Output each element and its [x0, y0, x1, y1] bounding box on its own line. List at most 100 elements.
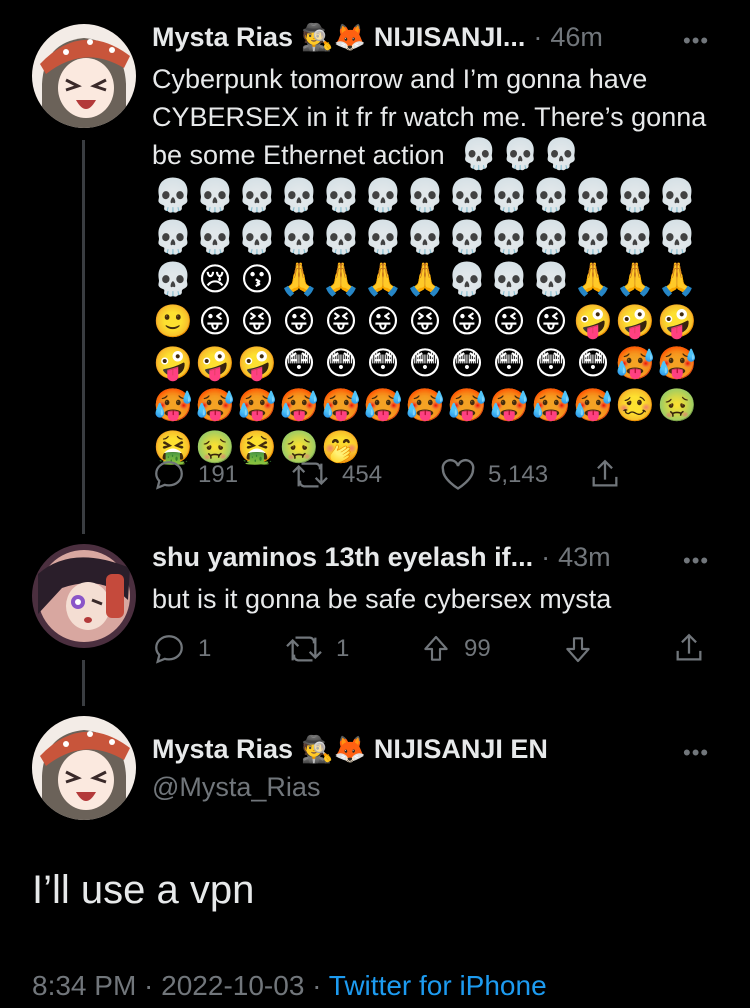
emoji-glyph: 😜 [450, 302, 484, 340]
reply-icon [155, 635, 183, 664]
emoji-glyph: 💀 [153, 176, 193, 214]
emoji-glyph: 😳 [366, 344, 400, 382]
source-link[interactable]: Twitter for iPhone [329, 970, 547, 1001]
emoji-glyph: 🥵 [489, 386, 529, 424]
emoji-glyph: 🙏 [657, 260, 697, 298]
share-button[interactable] [672, 630, 718, 666]
reply-count: 1 [198, 635, 212, 662]
more-options-icon[interactable]: ••• [683, 28, 709, 54]
emoji-glyph: 💀 [363, 218, 403, 256]
emoji-glyph: 💀 [531, 260, 571, 298]
reply-count: 191 [198, 461, 239, 488]
emoji-glyph: 🙏 [363, 260, 403, 298]
emoji-glyph: 😗 [240, 260, 274, 298]
retweet-button[interactable]: 454 [290, 458, 382, 492]
tweet2-header: shu yaminos 13th eyelash if... · 43m [152, 542, 611, 573]
emoji-glyph: 🙏 [279, 260, 319, 298]
emoji-glyph: 😳 [492, 344, 526, 382]
avatar-mysta-rias-1[interactable] [32, 24, 136, 128]
emoji-glyph: 🥵 [657, 344, 697, 382]
retweet-icon [292, 462, 328, 488]
emoji-glyph: 😢 [198, 260, 232, 298]
avatar-mysta-rias-2[interactable] [32, 716, 136, 820]
emoji-glyph: 😝 [408, 302, 442, 340]
emoji-glyph: 😝 [240, 302, 274, 340]
thread-line-2 [82, 660, 85, 706]
emoji-glyph: 💀 [489, 176, 529, 214]
retweet-button[interactable]: 1 [284, 632, 349, 666]
emoji-glyph: 💀 [615, 218, 655, 256]
author-org[interactable]: NIJISANJI EN [374, 734, 548, 765]
emoji-grid: 💀 💀 💀 💀 💀 💀 💀 💀 💀 💀 💀 💀 💀 💀 💀 💀 💀 💀 💀 💀 💀 💀 💀 💀 💀 💀 💀 😢 😗 🙏 🙏 🙏 🙏 💀 💀 💀 🙏 🙏 🙏 🙂… [152, 176, 698, 466]
emoji-glyph: 🤪 [657, 302, 697, 340]
arrow-down-icon [566, 637, 590, 663]
separator-dot: · [541, 542, 551, 572]
arrow-up-icon [424, 635, 448, 661]
emoji-glyph: 😜 [198, 302, 232, 340]
separator-dot: · [533, 22, 543, 52]
tweet1-text: Cyberpunk tomorrow and I’m gonna have CY… [152, 60, 732, 174]
emoji-glyph: 💀 [153, 260, 193, 298]
author-emoji: 🕵🦊 [301, 23, 366, 53]
emoji-glyph: 😳 [576, 344, 610, 382]
emoji-glyph: 🥵 [279, 386, 319, 424]
emoji-glyph: 💀 [195, 176, 235, 214]
more-options-icon[interactable]: ••• [683, 740, 709, 766]
emoji-glyph: 💀 [657, 176, 697, 214]
reply-icon [155, 461, 183, 490]
author-handle[interactable]: @Mysta_Rias [152, 772, 320, 803]
emoji-glyph: 💀 [489, 260, 529, 298]
more-options-icon[interactable]: ••• [683, 548, 709, 574]
emoji-glyph: 😳 [534, 344, 568, 382]
emoji-glyph: 😜 [366, 302, 400, 340]
tweet-time[interactable]: 46m [550, 22, 603, 53]
emoji-glyph: 💀 [573, 176, 613, 214]
retweet-count: 1 [336, 635, 350, 662]
emoji-glyph: 🥵 [321, 386, 361, 424]
emoji-glyph: 💀 [237, 218, 277, 256]
author-name[interactable]: Mysta Rias [152, 22, 293, 53]
upvote-button[interactable]: 99 [420, 632, 491, 666]
like-count: 5,143 [488, 461, 549, 488]
tweet-meta-footer: 8:34 PM · 2022-10-03 · Twitter for iPhon… [32, 970, 547, 1002]
like-button[interactable]: 5,143 [440, 458, 548, 492]
emoji-glyph: 💀 [447, 176, 487, 214]
emoji-glyph: 🤪 [153, 344, 193, 382]
emoji-glyph: 💀 [615, 176, 655, 214]
upvote-count: 99 [464, 635, 491, 662]
emoji-glyph: 🥴 [615, 386, 655, 424]
emoji-glyph: 🥵 [363, 386, 403, 424]
author-org[interactable]: NIJISANJI... [374, 22, 526, 53]
emoji-glyph: 🥵 [237, 386, 277, 424]
emoji-glyph: 🙂 [153, 302, 193, 340]
retweet-count: 454 [342, 461, 383, 488]
emoji-glyph: 🤮 [237, 428, 277, 466]
avatar-image [32, 544, 136, 648]
emoji-glyph: 🥵 [531, 386, 571, 424]
emoji-glyph: 💀 [573, 218, 613, 256]
emoji-glyph: 💀 [321, 176, 361, 214]
emoji-glyph: 💀 [279, 176, 319, 214]
emoji-glyph: 😝 [324, 302, 358, 340]
emoji-glyph: 🙏 [615, 260, 655, 298]
tweet-timestamp[interactable]: 8:34 PM · 2022-10-03 · [32, 970, 329, 1001]
avatar-shu-yamino[interactable] [32, 544, 136, 648]
emoji-glyph: 🙏 [321, 260, 361, 298]
retweet-icon [286, 636, 322, 662]
emoji-glyph: 🤪 [237, 344, 277, 382]
reply-button[interactable]: 1 [152, 632, 211, 666]
emoji-glyph: 💀 [531, 218, 571, 256]
emoji-glyph: 🥵 [573, 386, 613, 424]
author-name[interactable]: shu yaminos 13th eyelash if... [152, 542, 533, 573]
downvote-button[interactable] [562, 632, 606, 666]
avatar-image [32, 24, 136, 128]
emoji-glyph: 💀 [405, 176, 445, 214]
emoji-glyph: 😳 [324, 344, 358, 382]
tweet-time[interactable]: 43m [558, 542, 611, 573]
avatar-image [32, 716, 136, 820]
author-name[interactable]: Mysta Rias [152, 734, 293, 765]
tweet3-header: Mysta Rias 🕵🦊 NIJISANJI EN [152, 734, 548, 765]
reply-button[interactable]: 191 [152, 458, 238, 492]
share-button[interactable] [588, 456, 634, 492]
emoji-glyph: 🥵 [153, 386, 193, 424]
